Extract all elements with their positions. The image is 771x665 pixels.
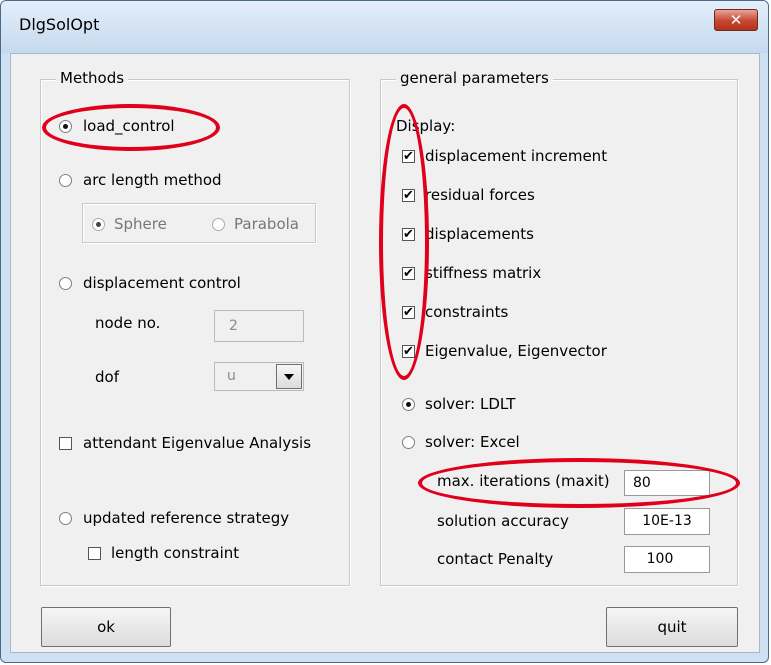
solver-ldlt-radio[interactable] [402,398,415,411]
length-constraint-label: length constraint [111,544,240,562]
display-item-label: Eigenvalue, Eigenvector [425,342,607,360]
solver-excel-label: solver: Excel [425,433,520,451]
highlight-ellipse-load-control [42,104,220,151]
general-parameters-label: general parameters [396,69,553,87]
highlight-ellipse-maxit [418,458,740,508]
solver-excel-radio[interactable] [402,436,415,449]
sphere-label: Sphere [114,215,167,233]
ok-button[interactable]: ok [41,607,171,647]
displacement-control-label: displacement control [83,274,241,292]
highlight-ellipse-display [379,104,429,380]
parabola-radio[interactable] [212,218,225,231]
penalty-input[interactable]: 100 [624,546,710,573]
title-bar: DlgSolOpt ✕ [1,1,768,53]
close-button[interactable]: ✕ [714,9,758,31]
quit-button[interactable]: quit [606,607,738,647]
accuracy-input[interactable]: 10E-13 [624,508,710,535]
display-item-label: residual forces [425,186,535,204]
eigen-analysis-label: attendant Eigenvalue Analysis [83,434,312,452]
display-item-label: constraints [425,303,509,321]
dof-label: dof [95,368,119,386]
parabola-label: Parabola [234,215,299,233]
updated-reference-radio[interactable] [59,512,72,525]
arc-length-radio[interactable] [59,174,72,187]
solver-ldlt-label: solver: LDLT [425,395,516,413]
display-item-label: displacement increment [425,147,608,165]
dof-dropdown-button[interactable] [276,364,302,389]
methods-group-label: Methods [56,69,129,87]
arc-length-label: arc length method [83,171,222,189]
display-item-label: stiffness matrix [425,264,542,282]
updated-reference-label: updated reference strategy [83,509,290,527]
node-no-label: node no. [95,314,161,332]
displacement-control-radio[interactable] [59,277,72,290]
display-item-label: displacements [425,225,534,243]
node-no-field[interactable]: 2 [214,310,304,342]
window-title: DlgSolOpt [19,15,100,34]
dof-select-value: u [227,368,236,384]
chevron-down-icon [284,374,294,380]
accuracy-label: solution accuracy [437,512,569,530]
sphere-radio[interactable] [92,218,105,231]
penalty-label: contact Penalty [437,550,554,568]
eigen-analysis-checkbox[interactable] [59,437,72,450]
length-constraint-checkbox[interactable] [88,547,101,560]
